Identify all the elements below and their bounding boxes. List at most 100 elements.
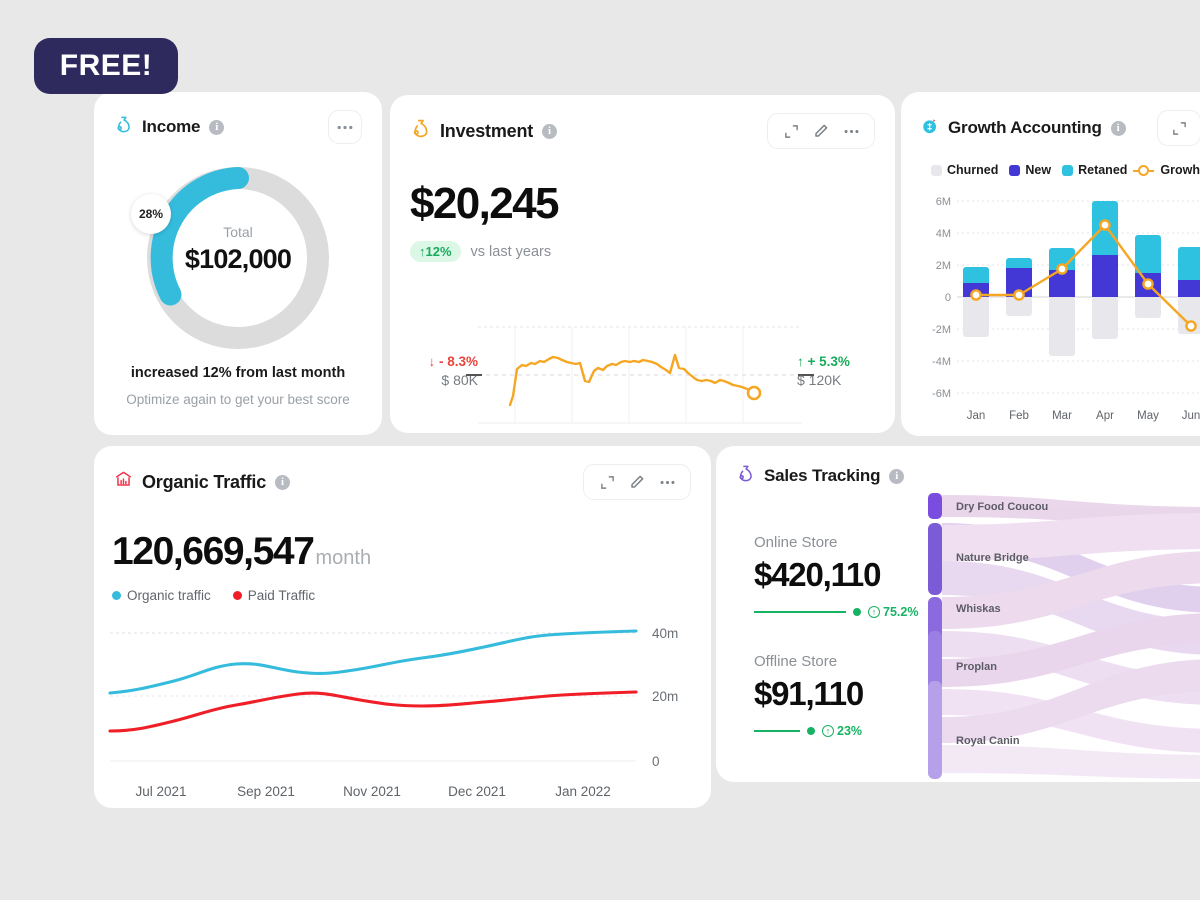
organic-menu-button[interactable] xyxy=(654,471,680,493)
growth-toolbar xyxy=(1157,110,1200,146)
legend-item-churned[interactable]: Churned xyxy=(931,163,998,177)
investment-left-pct: ↓ - 8.3% xyxy=(428,354,478,369)
investment-card-header: Investment i xyxy=(390,95,895,149)
free-badge-label: FREE! xyxy=(59,49,153,82)
growth-card-header: Growth Accounting i xyxy=(901,92,1200,146)
svg-text:-2M: -2M xyxy=(932,324,951,336)
money-bag-icon xyxy=(736,464,755,488)
info-icon[interactable]: i xyxy=(275,474,291,490)
investment-sparkline-chart: ↓ - 8.3% $ 80K ↑ + 5.3% $ 120K xyxy=(390,313,895,433)
income-total-label: Total xyxy=(223,224,253,240)
investment-delta-text: vs last years xyxy=(470,243,552,260)
income-menu-button[interactable] xyxy=(328,110,362,144)
sparkline-endpoint xyxy=(746,385,762,401)
income-percent-label: 28% xyxy=(138,207,164,221)
legend-label: Growht xyxy=(1160,163,1200,177)
y-axis-labels: 6M 4M 2M 0 -2M -4M -6M xyxy=(932,196,951,400)
arrow-up-circle-icon: ↑ xyxy=(868,606,880,618)
organic-card-title: Organic Traffic xyxy=(142,471,267,492)
svg-text:4M: 4M xyxy=(936,228,951,240)
income-total-value: $102,000 xyxy=(184,244,292,274)
investment-right-pct: ↑ + 5.3% xyxy=(797,354,850,369)
paid-traffic-line xyxy=(108,690,638,733)
legend-item-organic-traffic[interactable]: Organic traffic xyxy=(112,588,211,603)
info-icon[interactable]: i xyxy=(542,123,558,139)
money-bag-icon xyxy=(410,118,431,144)
organic-value: 120,669,547 xyxy=(112,530,315,573)
edit-button[interactable] xyxy=(808,120,834,142)
edit-button[interactable] xyxy=(624,471,650,493)
store-progress-row: ↑ 75.2% xyxy=(754,605,934,619)
income-card: Income i 28% Total $102,000 increased 12… xyxy=(94,92,382,435)
legend-swatch xyxy=(1062,164,1074,176)
legend-ring-marker xyxy=(1133,164,1155,176)
expand-button[interactable] xyxy=(1166,117,1192,139)
sales-tracking-card: Sales Tracking i Online Store $420,110 ↑… xyxy=(716,446,1200,782)
investment-value: $20,245 xyxy=(410,179,559,228)
svg-text:Nov 2021: Nov 2021 xyxy=(343,784,401,799)
store-progress-knob xyxy=(807,727,815,735)
svg-text:Jun: Jun xyxy=(1182,410,1200,422)
sales-stores: Online Store $420,110 ↑ 75.2% Offline St… xyxy=(754,534,934,738)
svg-text:Jan: Jan xyxy=(967,410,986,422)
investment-left-amount: $ 80K xyxy=(441,372,478,389)
legend-swatch xyxy=(931,164,942,176)
legend-swatch xyxy=(1009,164,1021,176)
legend-item-retaned[interactable]: Retaned xyxy=(1062,163,1127,177)
expand-icon xyxy=(600,475,614,489)
sales-title-group: Sales Tracking i xyxy=(736,464,905,488)
legend-item-growht[interactable]: Growht xyxy=(1133,163,1200,177)
legend-dot xyxy=(112,591,121,600)
store-percent-label: 23% xyxy=(837,724,863,738)
svg-text:6M: 6M xyxy=(936,196,951,208)
store-percent: ↑ 75.2% xyxy=(868,605,918,619)
legend-label: Churned xyxy=(947,163,999,177)
expand-icon xyxy=(784,124,798,138)
store-block-online: Online Store $420,110 ↑ 75.2% xyxy=(754,534,934,619)
ellipsis-icon xyxy=(337,125,353,129)
income-donut-chart: 28% Total $102,000 xyxy=(94,150,382,365)
legend-item-new[interactable]: New xyxy=(1009,163,1051,177)
store-progress-bar xyxy=(754,611,846,613)
legend-item-paid-traffic[interactable]: Paid Traffic xyxy=(232,588,316,603)
svg-text:20m: 20m xyxy=(652,689,678,704)
info-icon[interactable]: i xyxy=(889,468,905,484)
bars-retaned xyxy=(963,201,1200,283)
organic-line-chart: 40m 20m 0 Jul 2021 Sep 2021 Nov 2021 Dec… xyxy=(108,626,678,799)
ellipsis-icon xyxy=(660,480,674,484)
investment-right-amount: $ 120K xyxy=(797,372,842,389)
growth-line-markers xyxy=(970,219,1197,332)
info-icon[interactable]: i xyxy=(1110,120,1126,136)
legend-label: New xyxy=(1025,163,1052,177)
investment-menu-button[interactable] xyxy=(838,120,864,142)
info-icon[interactable]: i xyxy=(209,119,225,135)
arrow-up-circle-icon: ↑ xyxy=(822,725,834,737)
investment-right-annotation: ↑ + 5.3% $ 120K xyxy=(797,353,887,390)
store-label: Offline Store xyxy=(754,653,838,670)
store-progress-row: ↑ 23% xyxy=(754,724,934,738)
coin-icon xyxy=(921,117,939,140)
bar-chart-icon xyxy=(114,470,133,494)
money-bag-icon xyxy=(114,115,133,139)
income-card-title: Income xyxy=(142,117,201,136)
organic-title-group: Organic Traffic i xyxy=(114,470,291,494)
svg-text:2M: 2M xyxy=(936,260,951,272)
coin-icon-svg xyxy=(923,118,936,133)
income-hint-text: Optimize again to get your best score xyxy=(126,392,350,407)
investment-delta-row: ↑12% vs last years xyxy=(390,229,895,262)
investment-left-annotation: ↓ - 8.3% $ 80K xyxy=(398,353,478,390)
legend-label: Paid Traffic xyxy=(247,588,316,603)
growth-legend: Churned New Retaned Growht xyxy=(901,146,1200,177)
expand-button[interactable] xyxy=(594,471,620,493)
sales-card-header: Sales Tracking i xyxy=(716,446,1200,488)
sales-card-title: Sales Tracking xyxy=(764,466,881,485)
x-axis-labels: Jul 2021 Sep 2021 Nov 2021 Dec 2021 Jan … xyxy=(135,784,610,799)
svg-text:Apr: Apr xyxy=(1096,410,1114,422)
edit-icon xyxy=(631,475,644,488)
expand-button[interactable] xyxy=(778,120,804,142)
organic-legend: Organic traffic Paid Traffic xyxy=(94,574,711,603)
free-badge: FREE! xyxy=(34,38,178,94)
growth-accounting-card: Growth Accounting i Churned New Retaned … xyxy=(901,92,1200,436)
svg-text:Jul 2021: Jul 2021 xyxy=(135,784,186,799)
legend-label: Organic traffic xyxy=(127,588,211,603)
